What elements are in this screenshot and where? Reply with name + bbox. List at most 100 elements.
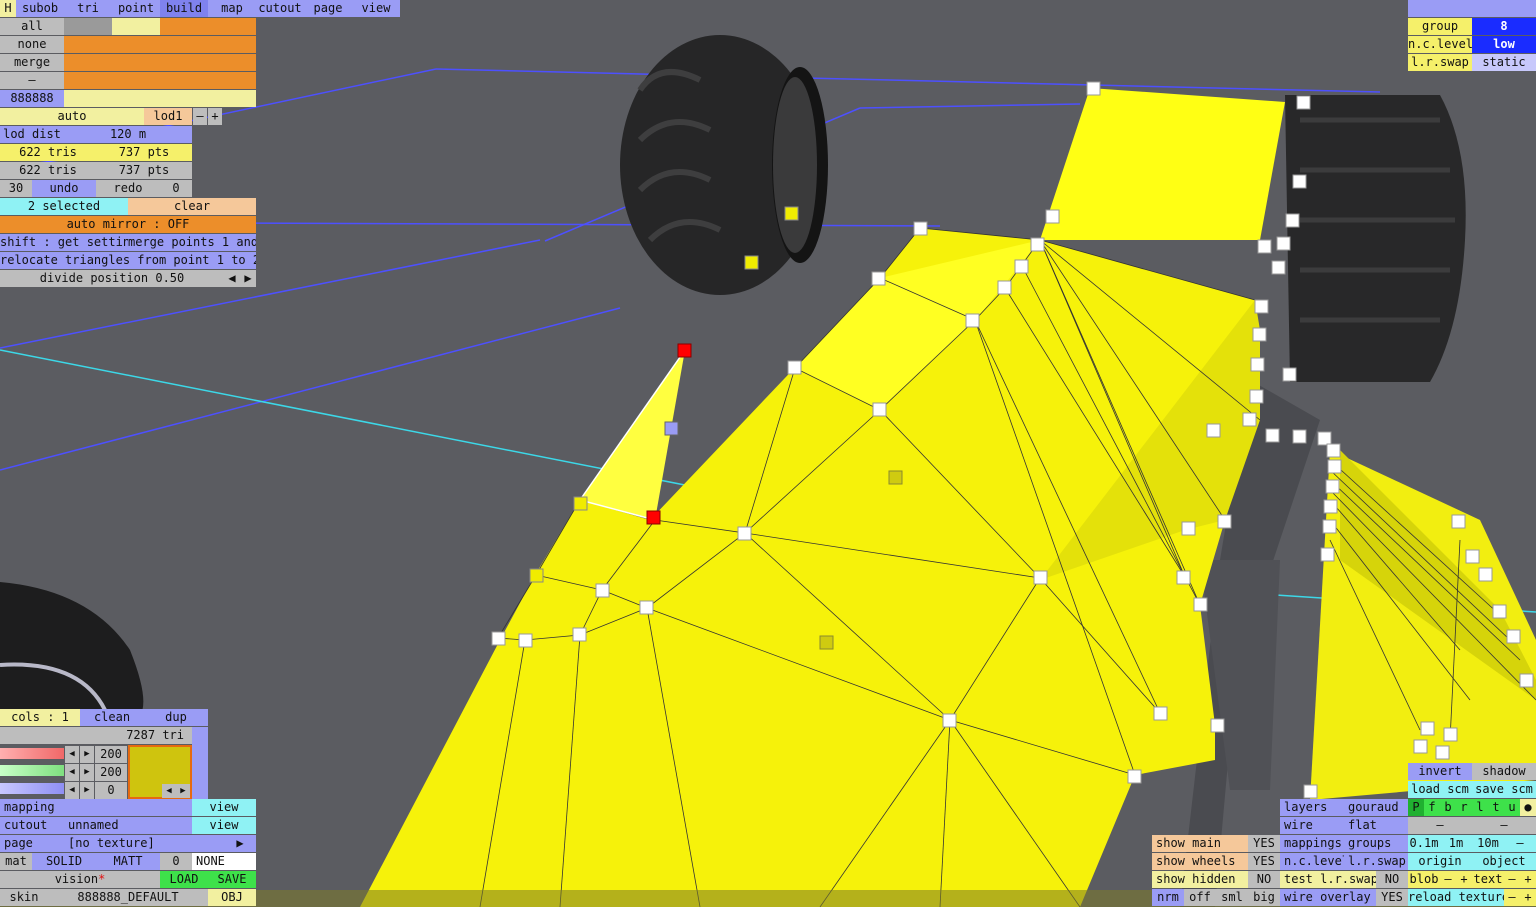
select-none-button[interactable]: none (0, 36, 64, 53)
object-button[interactable]: object (1472, 853, 1536, 870)
swatch-cell[interactable] (112, 36, 160, 53)
gouraud-button[interactable]: gouraud (1344, 799, 1408, 816)
step-10m-button[interactable]: 10m (1472, 835, 1504, 852)
vision-label[interactable]: vision* (0, 871, 160, 888)
lod-auto-button[interactable]: auto (0, 108, 144, 125)
wire-button[interactable]: wire (1280, 817, 1344, 834)
step-minus-button[interactable]: – (1504, 835, 1536, 852)
swatch-cell[interactable] (112, 72, 160, 89)
lod-minus-button[interactable]: – (193, 108, 207, 125)
mappings-button[interactable]: mappings (1280, 835, 1344, 852)
group-value[interactable]: 8 (1472, 18, 1536, 35)
swatch-cell[interactable] (160, 54, 208, 71)
reload-textures-button[interactable]: reload textures (1408, 889, 1504, 906)
nclevel-button[interactable]: n.c.level (1280, 853, 1344, 870)
blue-left-icon[interactable]: ◀ (65, 782, 79, 799)
divide-left-arrow-icon[interactable]: ◀ (224, 270, 240, 287)
flag-p[interactable]: P (1408, 799, 1424, 816)
vertex-selected-1[interactable] (677, 343, 692, 358)
merge-button[interactable]: merge (0, 54, 64, 71)
reload-minus-button[interactable]: – (1504, 889, 1520, 906)
flat-button[interactable]: flat (1344, 817, 1408, 834)
swatch-cell[interactable] (208, 72, 256, 89)
mapping-field[interactable] (64, 799, 192, 816)
auto-mirror-toggle[interactable]: auto mirror : OFF (0, 216, 256, 233)
flag-t[interactable]: t (1488, 799, 1504, 816)
nrm-button[interactable]: nrm (1152, 889, 1184, 906)
divide-right-arrow-icon[interactable]: ▶ (240, 270, 256, 287)
swatch-cell[interactable] (64, 72, 112, 89)
h-button[interactable]: H (0, 0, 16, 17)
red-right-icon[interactable]: ▶ (80, 746, 94, 763)
tab-tri[interactable]: tri (64, 0, 112, 17)
load-button[interactable]: LOAD (160, 871, 208, 888)
lrswap-value[interactable]: static (1472, 54, 1536, 71)
step-01m-button[interactable]: 0.1m (1408, 835, 1440, 852)
red-value[interactable]: 200 (95, 746, 127, 763)
obj-button[interactable]: OBJ (208, 889, 256, 906)
green-value[interactable]: 200 (95, 764, 127, 781)
show-hidden-toggle[interactable]: NO (1248, 871, 1280, 888)
3d-viewport[interactable] (0, 0, 1536, 907)
swatch-right-icon[interactable]: ▶ (176, 784, 190, 798)
lrswap-button[interactable]: l.r.swap (1344, 853, 1408, 870)
clean-button[interactable]: clean (80, 709, 144, 726)
big-button[interactable]: big (1248, 889, 1280, 906)
colour-scroll[interactable] (192, 727, 208, 799)
dup-button[interactable]: dup (144, 709, 208, 726)
dot-icon[interactable]: ● (1520, 799, 1536, 816)
blob-plus-button[interactable]: + (1456, 871, 1472, 888)
mat-none[interactable]: NONE (192, 853, 256, 870)
red-slider[interactable] (0, 748, 64, 759)
tab-point[interactable]: point (112, 0, 160, 17)
color-code-field[interactable] (64, 90, 256, 107)
page-value[interactable]: [no texture] (64, 835, 224, 852)
mapping-view-button[interactable]: view (192, 799, 256, 816)
invert-button[interactable]: invert (1408, 763, 1472, 780)
show-main-toggle[interactable]: YES (1248, 835, 1280, 852)
tab-map[interactable]: map (208, 0, 256, 17)
tab-view[interactable]: view (352, 0, 400, 17)
swatch-cell[interactable] (160, 36, 208, 53)
merge-points-button[interactable]: merge points 1 and 2 (128, 234, 256, 251)
clear-button[interactable]: clear (128, 198, 256, 215)
blob-minus-button[interactable]: – (1440, 871, 1456, 888)
lod-plus-button[interactable]: + (208, 108, 222, 125)
relocate-triangles-button[interactable]: relocate triangles from point 1 to 2 (0, 252, 256, 269)
swatch-left-icon[interactable]: ◀ (162, 784, 176, 798)
reload-plus-button[interactable]: + (1520, 889, 1536, 906)
vertex-selected-2[interactable] (646, 510, 661, 525)
top-right-bar[interactable] (1408, 0, 1536, 17)
page-arrow-icon[interactable]: ▶ (224, 835, 256, 852)
flag-b[interactable]: b (1440, 799, 1456, 816)
green-left-icon[interactable]: ◀ (65, 764, 79, 781)
tab-cutout[interactable]: cutout (256, 0, 304, 17)
flag-u[interactable]: u (1504, 799, 1520, 816)
swatch-cell[interactable] (208, 54, 256, 71)
cutout-name[interactable]: unnamed (64, 817, 192, 834)
red-left-icon[interactable]: ◀ (65, 746, 79, 763)
green-right-icon[interactable]: ▶ (80, 764, 94, 781)
swatch-cell[interactable] (160, 72, 208, 89)
vertex-midpoint[interactable] (664, 421, 679, 436)
text-plus-button[interactable]: + (1520, 871, 1536, 888)
swatch-cell[interactable] (64, 54, 112, 71)
tab-subob[interactable]: subob (16, 0, 64, 17)
swatch-cell[interactable] (112, 18, 160, 35)
skin-value[interactable]: 888888_DEFAULT (48, 889, 208, 906)
swatch-cell[interactable] (64, 18, 112, 35)
tab-page[interactable]: page (304, 0, 352, 17)
flag-f[interactable]: f (1424, 799, 1440, 816)
swatch-cell[interactable] (160, 18, 208, 35)
origin-button[interactable]: origin (1408, 853, 1472, 870)
wire-overlay-toggle[interactable]: YES (1376, 889, 1408, 906)
divide-position[interactable]: divide position 0.50 (0, 270, 224, 287)
lod-level[interactable]: lod1 (144, 108, 192, 125)
matt-button[interactable]: MATT (96, 853, 160, 870)
tab-build[interactable]: build (160, 0, 208, 17)
dash-button-2[interactable]: – (1472, 817, 1536, 834)
test-lrswap-toggle[interactable]: NO (1376, 871, 1408, 888)
mat-number[interactable]: 0 (160, 853, 192, 870)
swatch-cell[interactable] (208, 18, 256, 35)
blue-right-icon[interactable]: ▶ (80, 782, 94, 799)
